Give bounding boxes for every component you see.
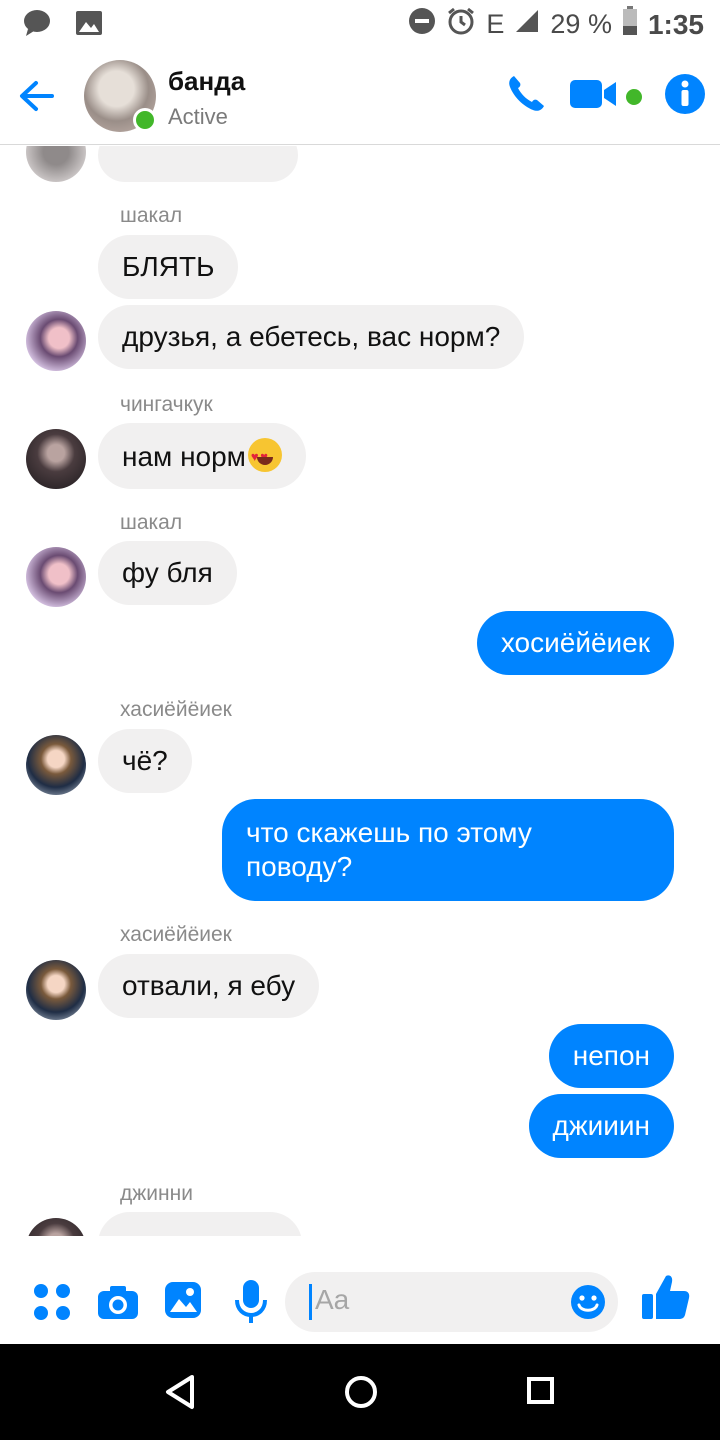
message-bubble-incoming[interactable]: чё? [98,729,192,793]
message-bubble-incoming[interactable] [98,146,298,182]
message-bubble-outgoing[interactable]: что скажешь по этому поводу? [222,799,674,901]
text-caret [309,1284,312,1320]
phone-call-icon[interactable] [504,72,548,121]
sender-name: шакал [120,511,183,534]
android-navigation-bar [0,1344,720,1440]
status-bar: E 29 % 1:35 [0,0,720,50]
camera-icon[interactable] [96,1284,140,1325]
microphone-icon[interactable] [234,1278,268,1329]
message-bubble-incoming[interactable]: нам норм [98,423,306,489]
back-arrow-icon[interactable] [16,76,56,121]
message-input[interactable]: Aa [285,1272,618,1332]
sender-name: джинни [120,1182,193,1205]
image-notification-icon [74,8,104,43]
nav-home-icon[interactable] [345,1376,377,1408]
video-active-indicator [626,88,642,105]
message-bubble-incoming[interactable] [98,1212,302,1236]
more-apps-icon[interactable] [32,1282,72,1327]
emoji-smile-icon[interactable] [570,1284,606,1325]
active-status: Active [168,104,228,129]
heart-eyes-emoji-icon [247,438,282,474]
nav-back-icon[interactable] [164,1374,196,1415]
video-call-icon[interactable] [570,78,618,115]
sender-avatar[interactable] [26,311,86,371]
message-bubble-incoming[interactable]: друзья, а ебетесь, вас норм? [98,305,525,369]
message-bubble-outgoing[interactable]: джииин [528,1094,674,1158]
battery-icon [622,6,638,43]
sender-avatar[interactable] [26,146,86,182]
signal-icon [514,8,540,41]
alarm-icon [446,6,476,43]
online-indicator [133,108,157,132]
like-thumb-icon[interactable] [640,1272,690,1327]
message-bubble-outgoing[interactable]: непон [548,1024,674,1088]
message-list[interactable]: шакал БЛЯТЬ друзья, а ебетесь, вас норм?… [0,146,720,1236]
sender-name: хасиёйёиек [120,923,232,946]
message-bubble-incoming[interactable]: БЛЯТЬ [98,235,239,299]
battery-percent: 29 % [550,9,612,39]
clock: 1:35 [647,8,704,40]
do-not-disturb-icon [408,7,436,42]
sender-avatar[interactable] [26,735,86,795]
sender-avatar[interactable] [26,547,86,607]
message-input-placeholder: Aa [315,1284,350,1315]
network-type: E [486,9,505,39]
sender-name: чингачкук [120,393,213,416]
nav-recent-apps-icon[interactable] [527,1377,554,1404]
message-bubble-incoming[interactable]: фу бля [98,541,237,605]
message-bubble-outgoing[interactable]: хосиёйёиек [476,611,674,675]
sender-name: шакал [120,204,183,227]
gallery-icon[interactable] [163,1280,203,1325]
conversation-title[interactable]: банда [168,66,245,97]
message-text: нам норм [122,441,246,472]
sender-avatar[interactable] [26,429,86,489]
sender-name: хасиёйёиек [120,698,232,721]
message-bubble-incoming[interactable]: отвали, я ебу [98,954,320,1018]
messenger-notification-icon [22,8,52,43]
sender-avatar[interactable] [26,1218,86,1236]
info-icon[interactable] [664,73,706,120]
sender-avatar[interactable] [26,960,86,1020]
conversation-header: банда Active [0,50,720,145]
